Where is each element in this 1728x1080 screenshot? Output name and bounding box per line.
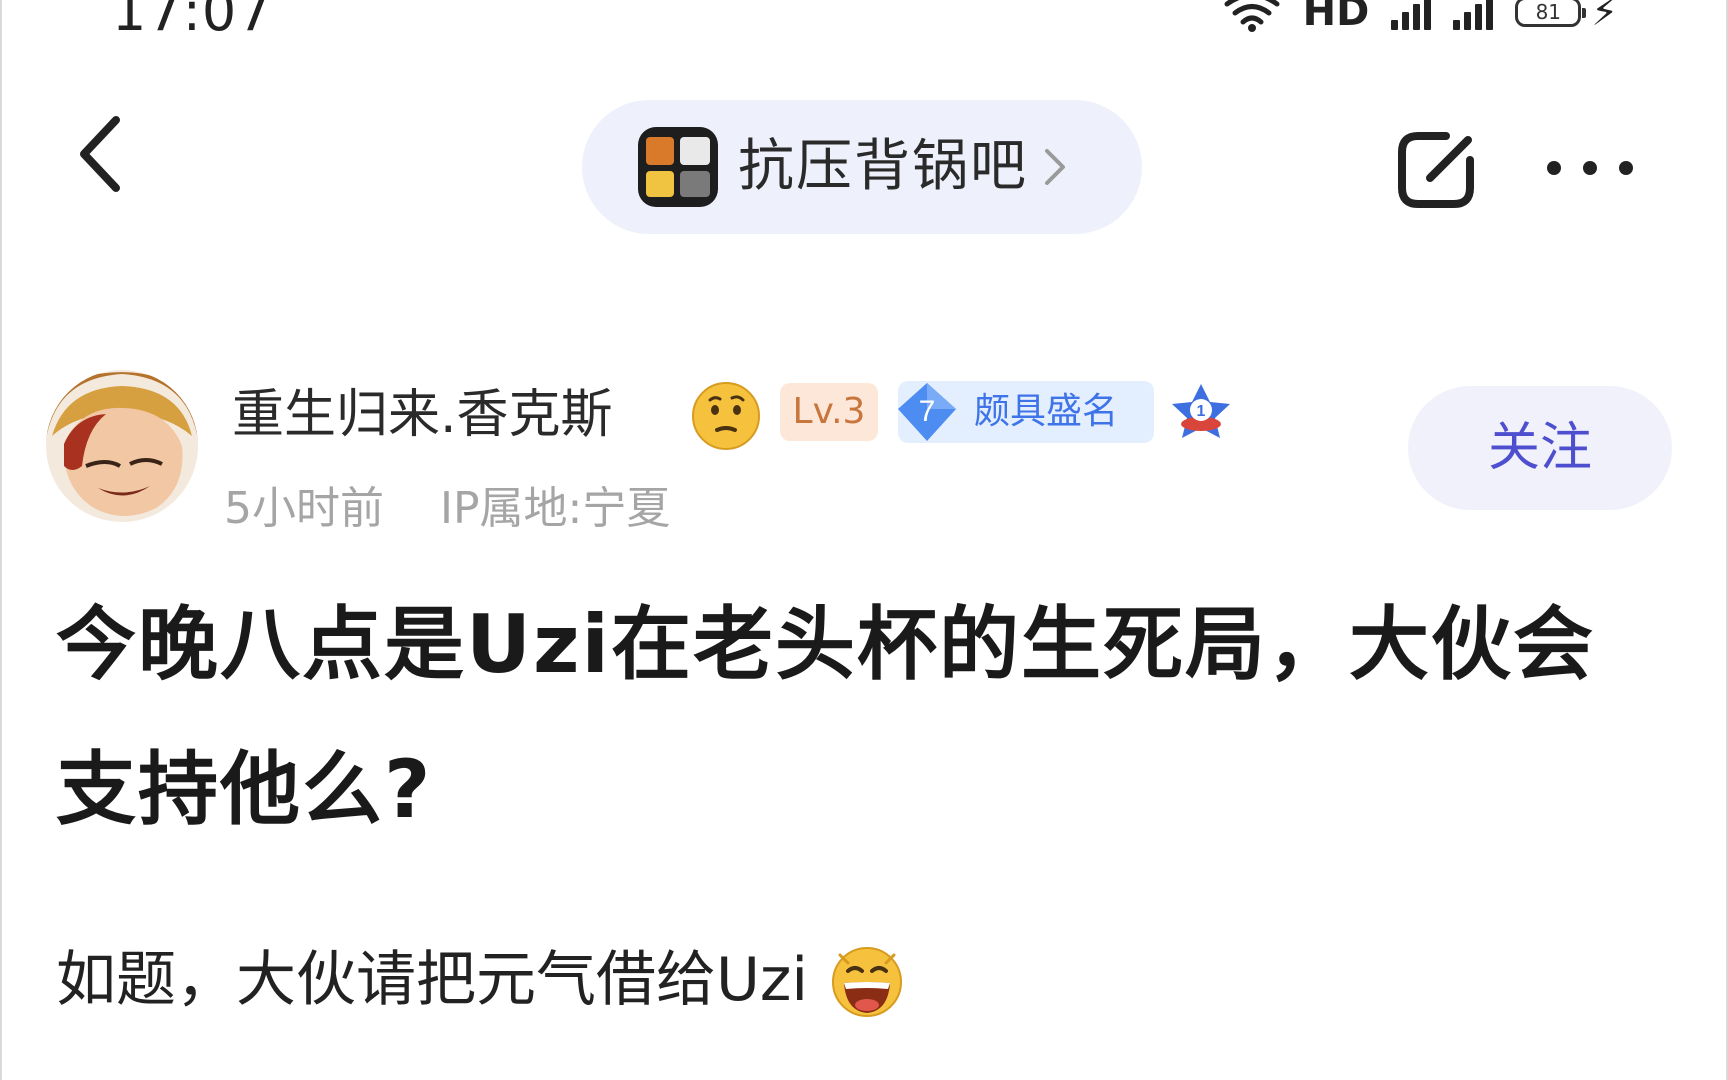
- thinking-face-emoji-icon: [692, 382, 760, 450]
- post-time: 5小时前: [224, 483, 384, 534]
- hd-indicator: HD: [1302, 0, 1370, 35]
- chevron-right-icon: [1045, 149, 1065, 185]
- status-time: 17:07: [112, 0, 273, 43]
- signal-label: 4G: [1391, 0, 1411, 3]
- forum-name: 抗压背锅吧: [738, 134, 1028, 199]
- laughing-emoji-icon: [832, 947, 903, 1017]
- signal-label: 4G: [1453, 0, 1473, 3]
- ip-location: IP属地:宁夏: [440, 483, 671, 534]
- post-body: 如题，大伙请把元气借给Uzi: [56, 930, 904, 1030]
- avatar[interactable]: [46, 370, 198, 522]
- status-bar: 17:07 HD 4G 4G 81 ⚡: [0, 0, 1728, 42]
- title-badge: 7 颇具盛名: [898, 381, 1154, 443]
- battery-icon: 81: [1515, 0, 1587, 27]
- rank-badge-icon: 1: [1172, 384, 1230, 438]
- diamond-level-icon: 7: [898, 383, 956, 441]
- title-level-number: 7: [919, 395, 936, 428]
- back-arrow-icon[interactable]: [70, 112, 130, 196]
- post-body-text: 如题，大伙请把元气借给Uzi: [56, 945, 809, 1015]
- frame-edge-left: [0, 0, 2, 1080]
- status-indicators: HD 4G 4G 81 ⚡: [1223, 0, 1618, 36]
- title-badge-text: 颇具盛名: [974, 391, 1119, 432]
- level-badge: Lv.3: [780, 383, 878, 441]
- forum-pill[interactable]: 抗压背锅吧: [582, 100, 1142, 234]
- post-title: 今晚八点是Uzi在老头杯的生死局，大伙会支持他么?: [56, 598, 1595, 836]
- wifi-icon: [1224, 0, 1280, 32]
- signal-icon: 4G: [1453, 0, 1494, 30]
- edit-share-icon[interactable]: [1388, 122, 1484, 218]
- svg-text:1: 1: [1197, 403, 1206, 420]
- charging-icon: ⚡: [1591, 0, 1618, 34]
- follow-button[interactable]: 关注: [1408, 386, 1672, 510]
- more-icon[interactable]: [1540, 148, 1640, 188]
- post-meta: 5小时前 IP属地:宁夏: [224, 476, 670, 542]
- forum-logo-icon: [638, 127, 718, 207]
- author-name[interactable]: 重生归来.香克斯: [232, 378, 613, 452]
- signal-icon: 4G: [1391, 0, 1432, 30]
